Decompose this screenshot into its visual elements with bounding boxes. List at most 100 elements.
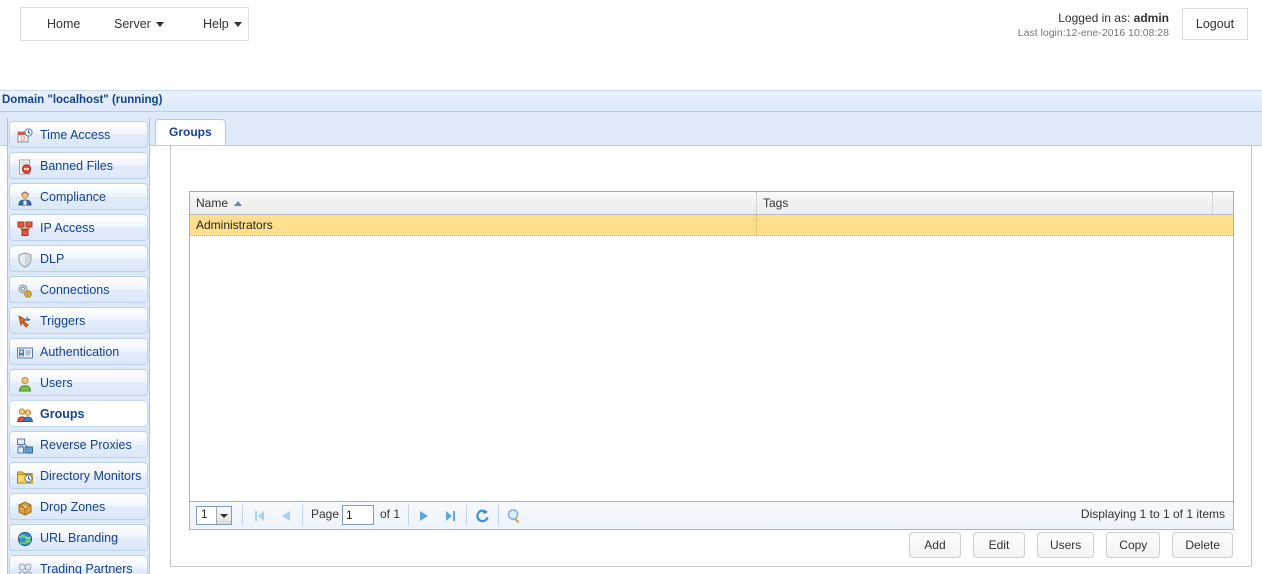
first-page-icon (255, 511, 264, 521)
page-size-dropdown-arrow[interactable] (216, 507, 231, 524)
session-info: Logged in as: admin Last login:12-ene-20… (909, 10, 1169, 40)
page-number-value: 1 (346, 508, 353, 522)
package-icon (18, 501, 32, 516)
grid-body: Administrators (190, 215, 1233, 501)
main-nav: Home Server Help (20, 7, 249, 41)
user-icon (18, 377, 32, 392)
sidebar-item-connections[interactable]: Connections (9, 276, 148, 303)
pager-separator (242, 505, 243, 526)
tab-groups[interactable]: Groups (155, 119, 226, 145)
application-window: Home Server Help Logged in as: admin Las… (0, 0, 1262, 574)
nav-home-label: Home (47, 17, 81, 31)
sidebar-item-label: Trading Partners (40, 562, 133, 574)
column-header-tags-label: Tags (763, 196, 789, 210)
sidebar-item-drop-zones[interactable]: Drop Zones (9, 493, 148, 520)
pager-separator (466, 505, 467, 526)
users-group-icon (17, 406, 33, 422)
proxy-nodes-icon (17, 437, 33, 454)
pager-separator (408, 505, 409, 526)
cell-name: Administrators (190, 215, 757, 235)
cell-tags (757, 215, 1213, 235)
last-login: Last login:12-ene-2016 10:08:28 (1017, 27, 1169, 39)
sidebar-item-authentication[interactable]: Authentication (9, 338, 148, 365)
users-button[interactable]: Users (1036, 532, 1095, 558)
add-button-label: Add (924, 538, 946, 552)
search-button[interactable] (504, 506, 524, 526)
handshake-icon (18, 563, 32, 574)
delete-button[interactable]: Delete (1172, 532, 1233, 558)
sidebar-item-label: Reverse Proxies (40, 438, 132, 452)
sidebar-item-ip-access[interactable]: IP Access (9, 214, 148, 241)
gears-icon (17, 282, 33, 298)
sidebar-item-label: Directory Monitors (40, 469, 142, 483)
next-page-button[interactable] (414, 506, 434, 526)
nav-help[interactable]: Help (193, 8, 252, 40)
sidebar-item-label: Connections (40, 283, 110, 297)
globe-icon (17, 530, 33, 547)
column-header-name[interactable]: Name (190, 192, 757, 214)
refresh-icon (476, 509, 489, 523)
prev-page-icon (282, 511, 290, 521)
refresh-button[interactable] (472, 506, 492, 526)
nav-home[interactable]: Home (37, 8, 90, 40)
grid-header: Name Tags (190, 192, 1233, 215)
sidebar-item-label: Compliance (40, 190, 107, 204)
page-label: Page (311, 507, 340, 521)
table-row[interactable]: Administrators (190, 215, 1233, 236)
network-blocks-icon (17, 220, 33, 236)
column-header-filler (1213, 192, 1233, 214)
sidebar-item-label: Triggers (40, 314, 86, 328)
sidebar-item-url-branding[interactable]: URL Branding (9, 524, 148, 551)
handshake-icon (17, 561, 33, 574)
sidebar-item-label: Banned Files (40, 159, 113, 173)
sidebar-item-groups[interactable]: Groups (9, 400, 148, 427)
svg-text:12: 12 (20, 137, 26, 143)
sidebar[interactable]: 12 Time Access Banned Files Compliance IP Ac… (7, 118, 150, 574)
user-icon (17, 375, 33, 392)
page-size-select[interactable]: 1 (196, 506, 232, 525)
sidebar-item-label: Time Access (40, 128, 111, 142)
shield-icon (17, 251, 33, 268)
prev-page-button[interactable] (276, 506, 296, 526)
users-group-icon (17, 408, 33, 422)
column-header-tags[interactable]: Tags (757, 192, 1213, 214)
lightning-arrow-icon (17, 313, 33, 329)
edit-button[interactable]: Edit (972, 532, 1025, 558)
page-number-input[interactable]: 1 (342, 505, 374, 525)
copy-button-label: Copy (1119, 538, 1148, 552)
logged-in-prefix: Logged in as: (1058, 11, 1134, 25)
delete-button-label: Delete (1185, 538, 1220, 552)
first-page-button[interactable] (250, 506, 270, 526)
id-card-icon (17, 344, 33, 360)
sidebar-item-trading-partners[interactable]: Trading Partners (9, 555, 148, 574)
next-page-icon (420, 511, 428, 521)
folder-clock-icon (17, 468, 34, 484)
proxy-nodes-icon (17, 438, 33, 454)
page-size-value: 1 (201, 509, 208, 521)
copy-button[interactable]: Copy (1106, 532, 1161, 558)
globe-icon (17, 531, 33, 547)
sidebar-item-triggers[interactable]: Triggers (9, 307, 148, 334)
sidebar-item-reverse-proxies[interactable]: Reverse Proxies (9, 431, 148, 458)
sidebar-item-label: DLP (40, 252, 65, 266)
sidebar-item-time-access[interactable]: 12 Time Access (9, 121, 148, 148)
clock-calendar-icon: 12 (17, 127, 33, 143)
lightning-arrow-icon (18, 315, 31, 328)
add-button[interactable]: Add (908, 532, 961, 558)
groups-grid: Name Tags Administrators (189, 191, 1234, 502)
action-button-bar: Add Edit Users Copy Delete (897, 532, 1233, 558)
sidebar-item-directory-monitors[interactable]: Directory Monitors (9, 462, 148, 489)
sidebar-item-dlp[interactable]: DLP (9, 245, 148, 272)
logout-label: Logout (1195, 17, 1235, 31)
chevron-down-icon (155, 22, 164, 28)
search-icon (507, 509, 520, 524)
sidebar-item-users[interactable]: Users (9, 369, 148, 396)
sidebar-item-banned-files[interactable]: Banned Files (9, 152, 148, 179)
sidebar-item-compliance[interactable]: Compliance (9, 183, 148, 210)
package-icon (17, 499, 33, 516)
network-blocks-icon (17, 221, 33, 236)
last-page-button[interactable] (440, 506, 460, 526)
nav-server[interactable]: Server (104, 8, 174, 40)
edit-button-label: Edit (988, 538, 1010, 552)
logout-button[interactable]: Logout (1182, 8, 1248, 40)
